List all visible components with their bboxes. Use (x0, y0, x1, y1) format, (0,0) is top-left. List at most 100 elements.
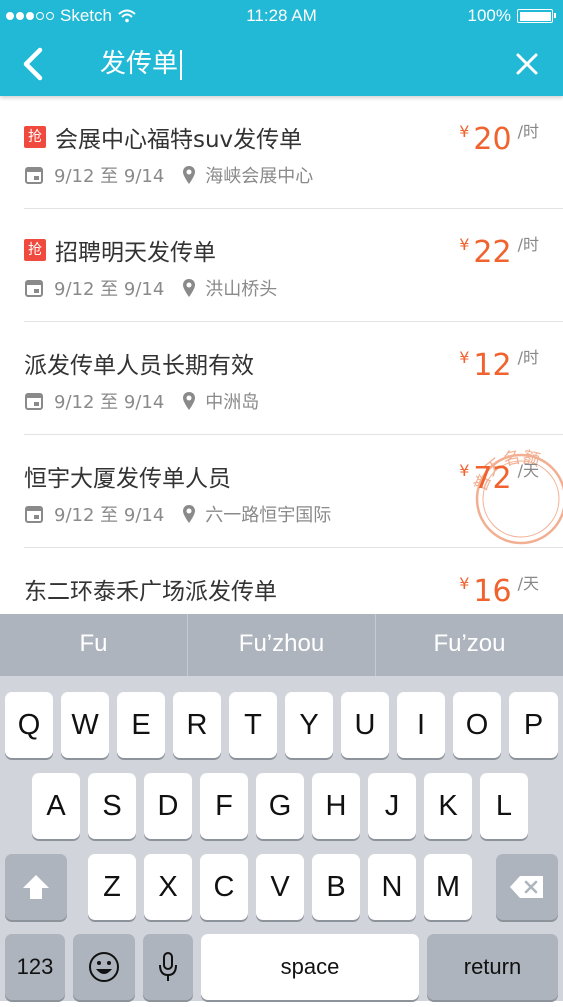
key-b[interactable]: B (312, 854, 360, 920)
qiang-badge: 抢 (24, 126, 46, 148)
delete-key[interactable] (496, 854, 558, 920)
key-e[interactable]: E (117, 692, 165, 758)
currency-symbol: ¥ (459, 122, 470, 141)
key-j[interactable]: J (368, 773, 416, 839)
location-pin-icon (183, 392, 196, 410)
job-price: ¥16/天 (459, 570, 539, 609)
currency-symbol: ¥ (459, 235, 470, 254)
job-row[interactable]: 东二环泰禾广场派发传单 ¥16/天 (24, 548, 563, 614)
job-price: ¥20/时 (459, 118, 539, 157)
price-value: 72 (473, 461, 512, 496)
numbers-key[interactable]: 123 (5, 934, 65, 1000)
job-meta: 9/12 至 9/14 洪山桥头 (24, 275, 277, 301)
suggestion-item[interactable]: Fu’zou (376, 614, 563, 676)
key-d[interactable]: D (144, 773, 192, 839)
search-query: 发传单 (100, 49, 179, 79)
key-i[interactable]: I (397, 692, 445, 758)
job-title: 抢 招聘明天发传单 (24, 233, 216, 267)
price-value: 12 (473, 348, 512, 383)
job-location: 中洲岛 (205, 392, 260, 413)
job-title: 抢 会展中心福特suv发传单 (24, 120, 302, 154)
suggestion-bar: Fu Fu’zhou Fu’zou (0, 614, 563, 676)
key-m[interactable]: M (424, 854, 472, 920)
currency-symbol: ¥ (459, 574, 470, 593)
price-unit: /天 (517, 461, 539, 480)
key-c[interactable]: C (200, 854, 248, 920)
key-k[interactable]: K (424, 773, 472, 839)
key-g[interactable]: G (256, 773, 304, 839)
job-title: 恒宇大厦发传单人员 (24, 459, 231, 493)
key-f[interactable]: F (200, 773, 248, 839)
price-value: 16 (473, 574, 512, 609)
job-date: 9/12 至 9/14 (54, 166, 165, 187)
dictation-key[interactable] (143, 934, 193, 1000)
price-unit: /时 (517, 235, 539, 254)
microphone-icon (159, 952, 177, 981)
emoji-icon (89, 952, 119, 982)
currency-symbol: ¥ (459, 461, 470, 480)
return-key[interactable]: return (427, 934, 558, 1000)
job-title-text: 恒宇大厦发传单人员 (24, 466, 231, 492)
job-date: 9/12 至 9/14 (54, 279, 165, 300)
search-input[interactable]: 发传单 (100, 44, 183, 84)
job-title-text: 会展中心福特suv发传单 (55, 127, 303, 153)
calendar-icon (25, 506, 43, 523)
text-caret (180, 49, 183, 80)
job-meta: 9/12 至 9/14 六一路恒宇国际 (24, 501, 331, 527)
key-x[interactable]: X (144, 854, 192, 920)
clear-search-button[interactable] (511, 48, 543, 80)
location-pin-icon (183, 505, 196, 523)
key-l[interactable]: L (480, 773, 528, 839)
job-row[interactable]: 抢 会展中心福特suv发传单 9/12 至 9/14 海峡会展中心 ¥20/时 (24, 96, 563, 209)
job-title-text: 派发传单人员长期有效 (24, 353, 254, 379)
key-u[interactable]: U (341, 692, 389, 758)
job-list: 抢 会展中心福特suv发传单 9/12 至 9/14 海峡会展中心 ¥20/时 … (0, 96, 563, 614)
key-y[interactable]: Y (285, 692, 333, 758)
price-value: 20 (473, 122, 512, 157)
battery-percent: 100% (467, 6, 511, 25)
job-price: ¥12/时 (459, 344, 539, 383)
job-meta: 9/12 至 9/14 中洲岛 (24, 388, 259, 414)
job-row[interactable]: 恒宇大厦发传单人员 9/12 至 9/14 六一路恒宇国际 普天名额 ¥72/天 (24, 435, 563, 548)
key-w[interactable]: W (61, 692, 109, 758)
calendar-icon (25, 280, 43, 297)
back-button[interactable] (16, 44, 52, 84)
key-p[interactable]: P (509, 692, 558, 758)
key-h[interactable]: H (312, 773, 360, 839)
key-n[interactable]: N (368, 854, 416, 920)
key-a[interactable]: A (32, 773, 80, 839)
status-bar: Sketch 11:28 AM 100% (0, 0, 563, 32)
job-price: ¥72/天 (459, 457, 539, 496)
price-value: 22 (473, 235, 512, 270)
job-location: 海峡会展中心 (205, 166, 314, 187)
battery-icon (517, 9, 556, 23)
calendar-icon (25, 393, 43, 410)
key-s[interactable]: S (88, 773, 136, 839)
suggestion-item[interactable]: Fu’zhou (188, 614, 376, 676)
job-meta: 9/12 至 9/14 海峡会展中心 (24, 162, 313, 188)
job-title: 派发传单人员长期有效 (24, 346, 254, 380)
space-key[interactable]: space (201, 934, 419, 1000)
job-title: 东二环泰禾广场派发传单 (24, 572, 277, 606)
calendar-icon (25, 167, 43, 184)
shift-icon (23, 875, 49, 899)
currency-symbol: ¥ (459, 348, 470, 367)
key-r[interactable]: R (173, 692, 221, 758)
job-location: 洪山桥头 (205, 279, 278, 300)
key-z[interactable]: Z (88, 854, 136, 920)
job-price: ¥22/时 (459, 231, 539, 270)
emoji-key[interactable] (73, 934, 135, 1000)
suggestion-item[interactable]: Fu (0, 614, 188, 676)
qiang-badge: 抢 (24, 239, 46, 261)
shift-key[interactable] (5, 854, 67, 920)
key-o[interactable]: O (453, 692, 501, 758)
key-v[interactable]: V (256, 854, 304, 920)
job-row[interactable]: 派发传单人员长期有效 9/12 至 9/14 中洲岛 ¥12/时 (24, 322, 563, 435)
job-row[interactable]: 抢 招聘明天发传单 9/12 至 9/14 洪山桥头 ¥22/时 (24, 209, 563, 322)
key-q[interactable]: Q (5, 692, 53, 758)
price-unit: /天 (517, 574, 539, 593)
backspace-icon (510, 876, 543, 898)
price-unit: /时 (517, 348, 539, 367)
job-title-text: 招聘明天发传单 (55, 240, 216, 266)
key-t[interactable]: T (229, 692, 277, 758)
